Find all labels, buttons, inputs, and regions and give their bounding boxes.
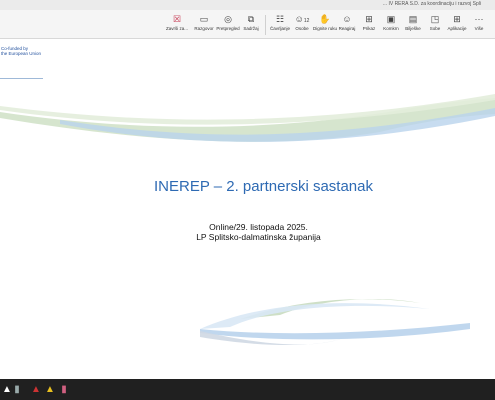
shared-slide: Co-funded by the European Union INEREP –… xyxy=(0,39,495,379)
slide-subtitle-organizer: LP Splitsko-dalmatinska županija xyxy=(196,232,321,242)
eu-cofunded-logo: Co-funded by the European Union xyxy=(1,46,42,56)
trash-icon[interactable]: ▮ xyxy=(13,383,21,396)
people-icon: ☺ xyxy=(294,14,304,24)
window-title: ... IV RERA S.D. za koordinaciju i razvo… xyxy=(382,1,481,7)
app-icon-1[interactable]: ▲ xyxy=(31,383,41,396)
participant-count: 12 xyxy=(303,18,310,24)
slide-title: INEREP – 2. partnerski sastanak xyxy=(154,178,373,195)
share-content-icon: ⧉ xyxy=(247,14,255,24)
logo-divider xyxy=(0,78,43,79)
title-bar: ... IV RERA S.D. za koordinaciju i razvo… xyxy=(0,0,495,10)
share-content-button[interactable]: ⧉ Sadržaj xyxy=(237,13,265,31)
app-icon-2[interactable]: ▲ xyxy=(45,383,55,396)
leave-button[interactable]: ☒ Završi za... xyxy=(163,13,191,31)
more-icon: ··· xyxy=(474,14,484,24)
bottom-wave-decoration xyxy=(200,299,470,346)
taskbar: ▲ ▮ ▲ ▲ ▮ xyxy=(0,379,495,400)
app-icon-3[interactable]: ▮ xyxy=(60,383,68,396)
meeting-toolbar: ☒ Završi za... ▭ Razgovor ◎ Pretpregled … xyxy=(0,10,495,39)
more-button[interactable]: ··· Više xyxy=(465,13,493,31)
leave-icon: ☒ xyxy=(172,14,182,24)
slide-subtitle-date: Online/29. listopada 2025. xyxy=(209,222,308,232)
top-wave-decoration xyxy=(0,94,495,142)
start-icon[interactable]: ▲ xyxy=(2,383,12,396)
